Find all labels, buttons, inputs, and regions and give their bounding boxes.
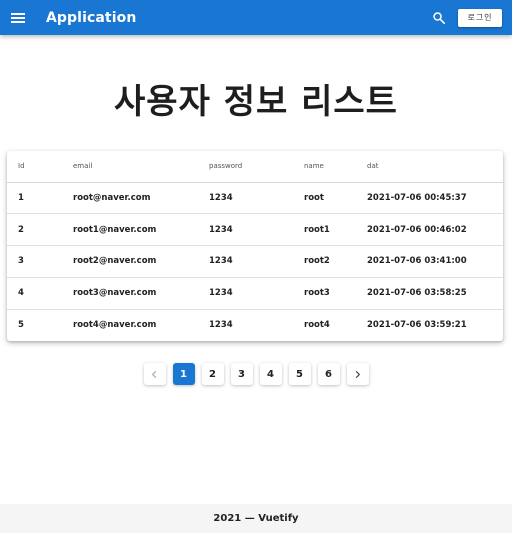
page-button-5[interactable]: 5 [288,363,311,385]
cell-id: 4 [7,277,62,310]
column-header-email[interactable]: email [62,151,198,183]
next-page-button[interactable] [346,363,369,385]
cell-id: 2 [7,213,62,247]
page-button-3[interactable]: 3 [230,363,253,385]
cell-email: root4@naver.com [73,320,157,331]
table-row[interactable]: 3 root2@naver.com 1234 root2 2021-07-06 … [7,245,503,278]
cell-name: root2 [293,245,356,278]
cell-date: 2021-07-06 03:58:25 [356,277,503,310]
app-title: Application [46,9,137,26]
column-header-password[interactable]: password [198,151,293,183]
login-button[interactable]: 로그인 [458,8,502,27]
chevron-right-icon [355,370,361,378]
cell-name: root4 [304,320,330,331]
app-bar: Application 로그인 [0,0,512,35]
search-icon [433,11,446,24]
cell-name: root3 [293,277,356,310]
column-header-id[interactable]: Id [7,151,62,183]
user-table: Id email password name dat 1 root@naver.… [7,151,503,341]
page-button-6[interactable]: 6 [317,363,340,385]
cell-id: 3 [7,245,62,278]
menu-button[interactable] [3,3,33,33]
cell-date: 2021-07-06 03:41:00 [356,245,503,278]
cell-date: 2021-07-06 00:46:02 [356,213,503,247]
table-row[interactable]: 5 root4@naver.com 1234 root4 2021-07-06 … [7,309,503,341]
previous-page-button[interactable] [143,363,166,385]
cell-password: 1234 [209,320,233,331]
cell-email: root1@naver.com [62,213,198,247]
cell-name: root [293,182,356,215]
cell-password: 1234 [198,277,293,310]
page-button-4[interactable]: 4 [259,363,282,385]
cell-id: 1 [7,182,62,215]
footer-text: 2021 — Vuetify [213,513,299,524]
table-header-row: Id email password name dat [7,151,503,183]
user-table-card: Id email password name dat 1 root@naver.… [7,151,503,341]
footer: 2021 — Vuetify [0,504,512,533]
page-button-2[interactable]: 2 [201,363,224,385]
chevron-left-icon [151,370,157,378]
search-button[interactable] [426,5,452,31]
table-row[interactable]: 1 root@naver.com 1234 root 2021-07-06 00… [7,182,503,215]
table-row[interactable]: 4 root3@naver.com 1234 root3 2021-07-06 … [7,277,503,310]
cell-password: 1234 [198,182,293,215]
pagination: 1 2 3 4 5 6 [0,363,512,385]
cell-email: root2@naver.com [62,245,198,278]
cell-date: 2021-07-06 00:45:37 [356,182,503,215]
page-button-1[interactable]: 1 [172,363,195,385]
cell-date: 2021-07-06 03:59:21 [367,320,467,331]
column-header-date[interactable]: dat [356,151,503,183]
cell-password: 1234 [198,245,293,278]
page-title: 사용자 정보 리스트 [114,82,398,122]
cell-email: root@naver.com [62,182,198,215]
cell-email: root3@naver.com [62,277,198,310]
column-header-name[interactable]: name [293,151,356,183]
cell-id: 5 [18,320,24,331]
cell-password: 1234 [198,213,293,247]
table-row[interactable]: 2 root1@naver.com 1234 root1 2021-07-06 … [7,213,503,247]
cell-name: root1 [293,213,356,247]
menu-icon [11,12,25,23]
